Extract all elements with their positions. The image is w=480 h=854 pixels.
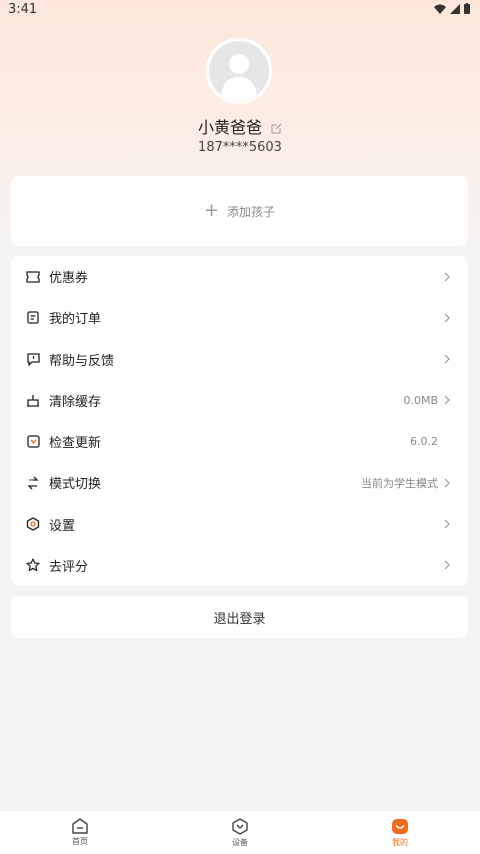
ticket-icon [25, 269, 41, 285]
menu-item-rate[interactable]: 去评分 [11, 545, 468, 586]
feedback-icon [25, 351, 41, 367]
device-icon [232, 817, 248, 835]
menu-item-settings[interactable]: 设置 [11, 504, 468, 545]
menu-item-clear-cache[interactable]: 清除缓存 0.0MB [11, 380, 468, 421]
menu-list: 优惠券 我的订单 帮助与反馈 清除缓存 0.0MB 检查更新 6.0.2 模式切… [11, 256, 468, 586]
profile-name: 小黄爸爸 [197, 118, 262, 137]
switch-icon [25, 475, 41, 491]
signal-icon [450, 3, 460, 14]
logout-label: 退出登录 [213, 611, 266, 627]
plus-icon: + [203, 200, 220, 221]
bottom-tab-bar: 首页 设备 我的 [0, 810, 480, 854]
tab-home[interactable]: 首页 [0, 811, 160, 854]
menu-item-mode-switch[interactable]: 模式切换 当前为学生模式 [11, 462, 468, 503]
home-icon [72, 818, 88, 834]
avatar-placeholder-icon [221, 54, 257, 101]
status-time: 3:41 [8, 2, 38, 17]
profile-icon [392, 818, 408, 834]
menu-item-orders[interactable]: 我的订单 [11, 297, 468, 338]
settings-icon [25, 516, 41, 532]
edit-icon[interactable] [271, 123, 282, 134]
update-icon [25, 434, 41, 450]
chevron-right-icon [444, 354, 454, 364]
tab-device[interactable]: 设备 [160, 811, 320, 854]
avatar[interactable] [206, 38, 272, 104]
chevron-right-icon [444, 272, 454, 282]
add-child-button[interactable]: + 添加孩子 [11, 176, 468, 246]
status-icons [434, 3, 470, 14]
tab-profile[interactable]: 我的 [320, 811, 480, 854]
add-child-label: 添加孩子 [227, 204, 276, 219]
menu-item-coupons[interactable]: 优惠券 [11, 256, 468, 297]
star-icon [25, 557, 41, 573]
battery-icon [464, 3, 470, 14]
menu-item-help-feedback[interactable]: 帮助与反馈 [11, 339, 468, 380]
chevron-right-icon [444, 313, 454, 323]
clear-cache-icon [25, 392, 41, 408]
chevron-right-icon [444, 395, 454, 405]
status-bar: 3:41 [0, 0, 480, 22]
profile-phone: 187****5603 [198, 140, 282, 155]
order-icon [25, 310, 41, 326]
chevron-right-icon [444, 478, 454, 488]
logout-button[interactable]: 退出登录 [11, 596, 468, 638]
chevron-right-icon [444, 560, 454, 570]
chevron-right-icon [444, 519, 454, 529]
menu-item-check-update[interactable]: 检查更新 6.0.2 [11, 421, 468, 462]
profile-name-row[interactable]: 小黄爸爸 [0, 114, 480, 138]
wifi-icon [434, 4, 446, 14]
